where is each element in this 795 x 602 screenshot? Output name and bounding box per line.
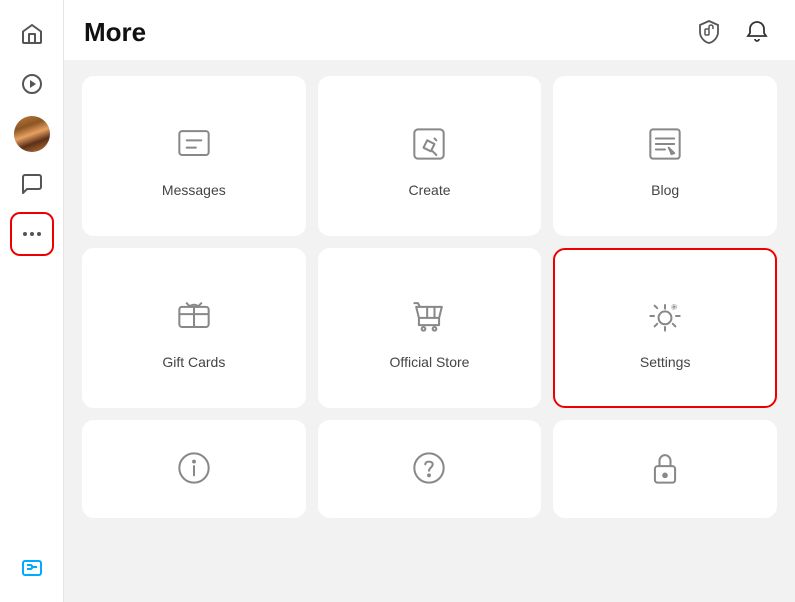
card-info[interactable] <box>82 420 306 518</box>
header-icons <box>691 14 775 50</box>
sidebar-item-robux[interactable] <box>10 546 54 590</box>
lock-icon <box>639 442 691 494</box>
robux-shield-button[interactable] <box>691 14 727 50</box>
create-label: Create <box>408 182 450 198</box>
card-settings[interactable]: Settings <box>553 248 777 408</box>
sidebar <box>0 0 64 602</box>
create-icon <box>403 118 455 170</box>
sidebar-item-discover[interactable] <box>10 62 54 106</box>
messages-icon <box>168 118 220 170</box>
card-help[interactable] <box>318 420 542 518</box>
notifications-button[interactable] <box>739 14 775 50</box>
blog-label: Blog <box>651 182 679 198</box>
help-icon <box>403 442 455 494</box>
sidebar-item-avatar[interactable] <box>10 112 54 156</box>
card-blog[interactable]: Blog <box>553 76 777 236</box>
blog-icon <box>639 118 691 170</box>
sidebar-item-more[interactable] <box>10 212 54 256</box>
card-lock[interactable] <box>553 420 777 518</box>
sidebar-item-home[interactable] <box>10 12 54 56</box>
card-create[interactable]: Create <box>318 76 542 236</box>
card-official-store[interactable]: Official Store <box>318 248 542 408</box>
card-messages[interactable]: Messages <box>82 76 306 236</box>
gift-cards-icon <box>168 290 220 342</box>
main-content: More <box>64 0 795 602</box>
card-gift-cards[interactable]: Gift Cards <box>82 248 306 408</box>
gift-cards-label: Gift Cards <box>162 354 225 370</box>
page-title: More <box>84 17 146 48</box>
header: More <box>64 0 795 60</box>
official-store-label: Official Store <box>390 354 470 370</box>
settings-icon <box>639 290 691 342</box>
sidebar-item-chat[interactable] <box>10 162 54 206</box>
avatar-image <box>14 116 50 152</box>
messages-label: Messages <box>162 182 226 198</box>
official-store-icon <box>403 290 455 342</box>
info-icon <box>168 442 220 494</box>
settings-label: Settings <box>640 354 691 370</box>
menu-grid: Messages Create <box>64 60 795 534</box>
